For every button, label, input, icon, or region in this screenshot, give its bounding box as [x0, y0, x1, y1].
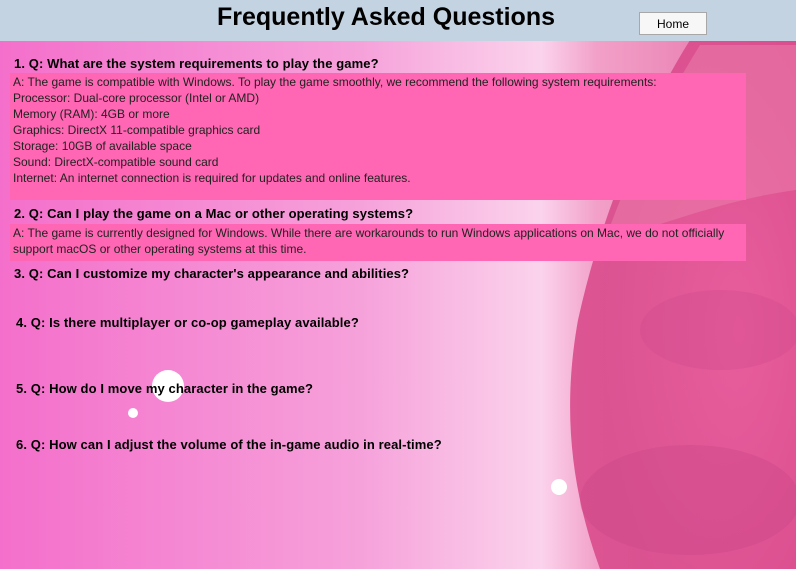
answer-line: Internet: An internet connection is requ…: [13, 171, 411, 185]
faq-question-2: 2. Q: Can I play the game on a Mac or ot…: [14, 206, 414, 221]
faq-list: 1. Q: What are the system requirements t…: [0, 0, 796, 569]
faq-question-1: 1. Q: What are the system requirements t…: [14, 56, 379, 71]
answer-line: Sound: DirectX-compatible sound card: [13, 155, 219, 169]
faq-question-5: 5. Q: How do I move my character in the …: [16, 381, 314, 396]
faq-answer-1: A: The game is compatible with Windows. …: [10, 73, 746, 200]
answer-line: Memory (RAM): 4GB or more: [13, 107, 170, 121]
answer-text: A: The game is currently designed for Wi…: [13, 226, 725, 256]
answer-line: Graphics: DirectX 11-compatible graphics…: [13, 123, 261, 137]
answer-line: A: The game is compatible with Windows. …: [13, 75, 657, 89]
faq-question-6: 6. Q: How can I adjust the volume of the…: [16, 437, 442, 452]
answer-line: Processor: Dual-core processor (Intel or…: [13, 91, 260, 105]
faq-answer-2: A: The game is currently designed for Wi…: [10, 224, 746, 261]
answer-line: Storage: 10GB of available space: [13, 139, 192, 153]
faq-question-3: 3. Q: Can I customize my character's app…: [14, 266, 410, 281]
faq-question-4: 4. Q: Is there multiplayer or co-op game…: [16, 315, 359, 330]
